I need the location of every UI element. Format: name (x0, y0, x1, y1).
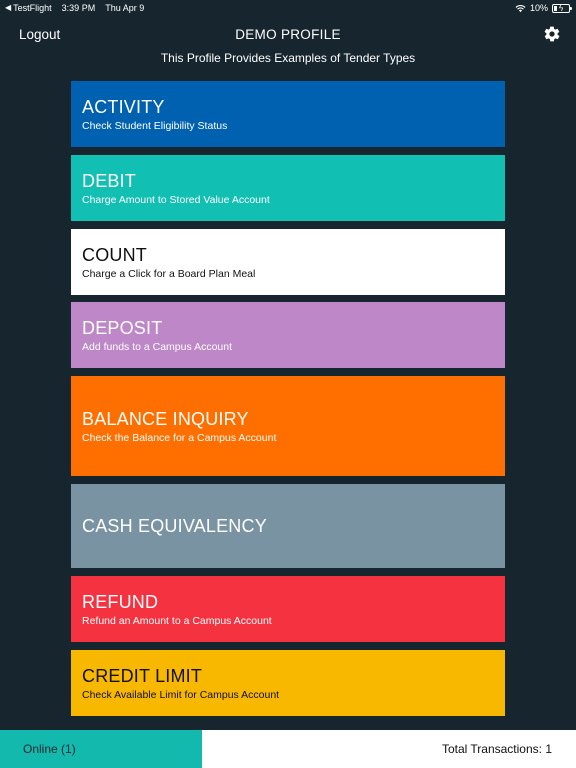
back-app-label[interactable]: TestFlight (13, 3, 52, 13)
tile-subtitle: Check the Balance for a Campus Account (82, 431, 277, 444)
total-transactions: Total Transactions: 1 (202, 730, 576, 768)
tile-subtitle: Add funds to a Campus Account (82, 340, 233, 353)
tile-subtitle: Charge Amount to Stored Value Account (82, 193, 270, 206)
tile-title: CASH EQUIVALENCY (82, 516, 267, 536)
header: Logout DEMO PROFILE This Profile Provide… (0, 16, 576, 74)
tile-cash-equivalency[interactable]: CASH EQUIVALENCY (71, 484, 505, 568)
status-time: 3:39 PM (61, 3, 96, 13)
tile-subtitle: Check Student Eligibility Status (82, 119, 228, 132)
back-arrow-icon[interactable]: ◀ (5, 3, 11, 13)
tile-balance-inquiry[interactable]: BALANCE INQUIRY Check the Balance for a … (71, 376, 505, 476)
wifi-icon (515, 4, 526, 12)
online-status-button[interactable]: Online (1) (0, 730, 202, 768)
tile-count[interactable]: COUNT Charge a Click for a Board Plan Me… (71, 229, 505, 295)
tile-title: BALANCE INQUIRY (82, 408, 249, 429)
tile-title: CREDIT LIMIT (82, 665, 203, 686)
tile-title: DEPOSIT (82, 317, 163, 338)
battery-icon: ϟ (552, 3, 572, 13)
tile-subtitle: Check Available Limit for Campus Account (82, 688, 280, 701)
tile-title: REFUND (82, 591, 159, 612)
tile-title: COUNT (82, 244, 147, 265)
tile-subtitle: Charge a Click for a Board Plan Meal (82, 267, 256, 280)
tile-title: DEBIT (82, 170, 137, 191)
tile-credit-limit[interactable]: CREDIT LIMIT Check Available Limit for C… (71, 650, 505, 716)
status-bar: ◀ TestFlight 3:39 PM Thu Apr 9 10% ϟ (0, 0, 576, 16)
tile-title: ACTIVITY (82, 96, 165, 117)
tile-activity[interactable]: ACTIVITY Check Student Eligibility Statu… (71, 81, 505, 147)
footer-bar: Online (1) Total Transactions: 1 (0, 730, 576, 768)
gear-icon[interactable] (543, 25, 561, 43)
page-subtitle: This Profile Provides Examples of Tender… (160, 51, 416, 65)
tile-debit[interactable]: DEBIT Charge Amount to Stored Value Acco… (71, 155, 505, 221)
status-date: Thu Apr 9 (105, 3, 145, 13)
page-title: DEMO PROFILE (235, 27, 341, 42)
tile-refund[interactable]: REFUND Refund an Amount to a Campus Acco… (71, 576, 505, 642)
tile-subtitle: Refund an Amount to a Campus Account (82, 614, 272, 627)
battery-percent: 10% (529, 3, 548, 13)
tile-deposit[interactable]: DEPOSIT Add funds to a Campus Account (71, 302, 505, 368)
